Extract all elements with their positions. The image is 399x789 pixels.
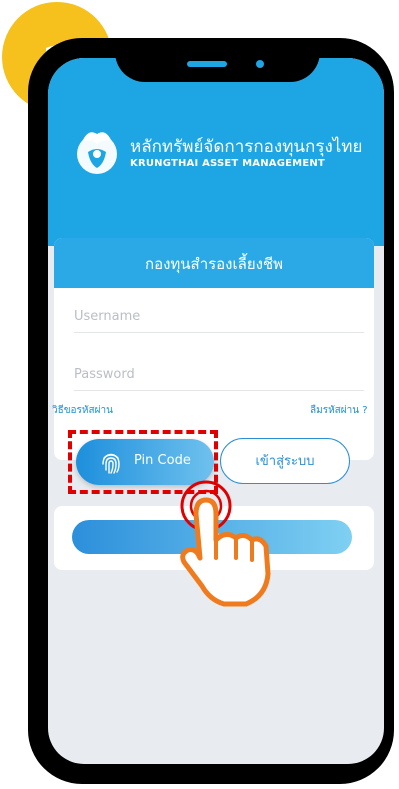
phone-notch — [115, 38, 320, 82]
brand-name-english: KRUNGTHAI ASSET MANAGEMENT — [130, 158, 325, 169]
forgot-password-link[interactable]: ลืมรหัสผ่าน ? — [310, 403, 368, 418]
speaker-icon — [187, 61, 227, 67]
password-field[interactable]: Password — [74, 360, 364, 391]
username-field[interactable]: Username — [74, 302, 364, 333]
brand-name-thai: หลักทรัพย์จัดการกองทุนกรุงไทย — [130, 137, 363, 157]
eagle-logo-icon — [77, 132, 117, 174]
card-title: กองทุนสำรองเลี้ยงชีพ — [54, 238, 374, 288]
pointing-hand-icon — [180, 480, 271, 607]
camera-icon — [256, 60, 264, 68]
login-card: กองทุนสำรองเลี้ยงชีพ Username Password — [54, 238, 374, 460]
request-password-link[interactable]: วิธีขอรหัสผ่าน — [52, 403, 113, 418]
